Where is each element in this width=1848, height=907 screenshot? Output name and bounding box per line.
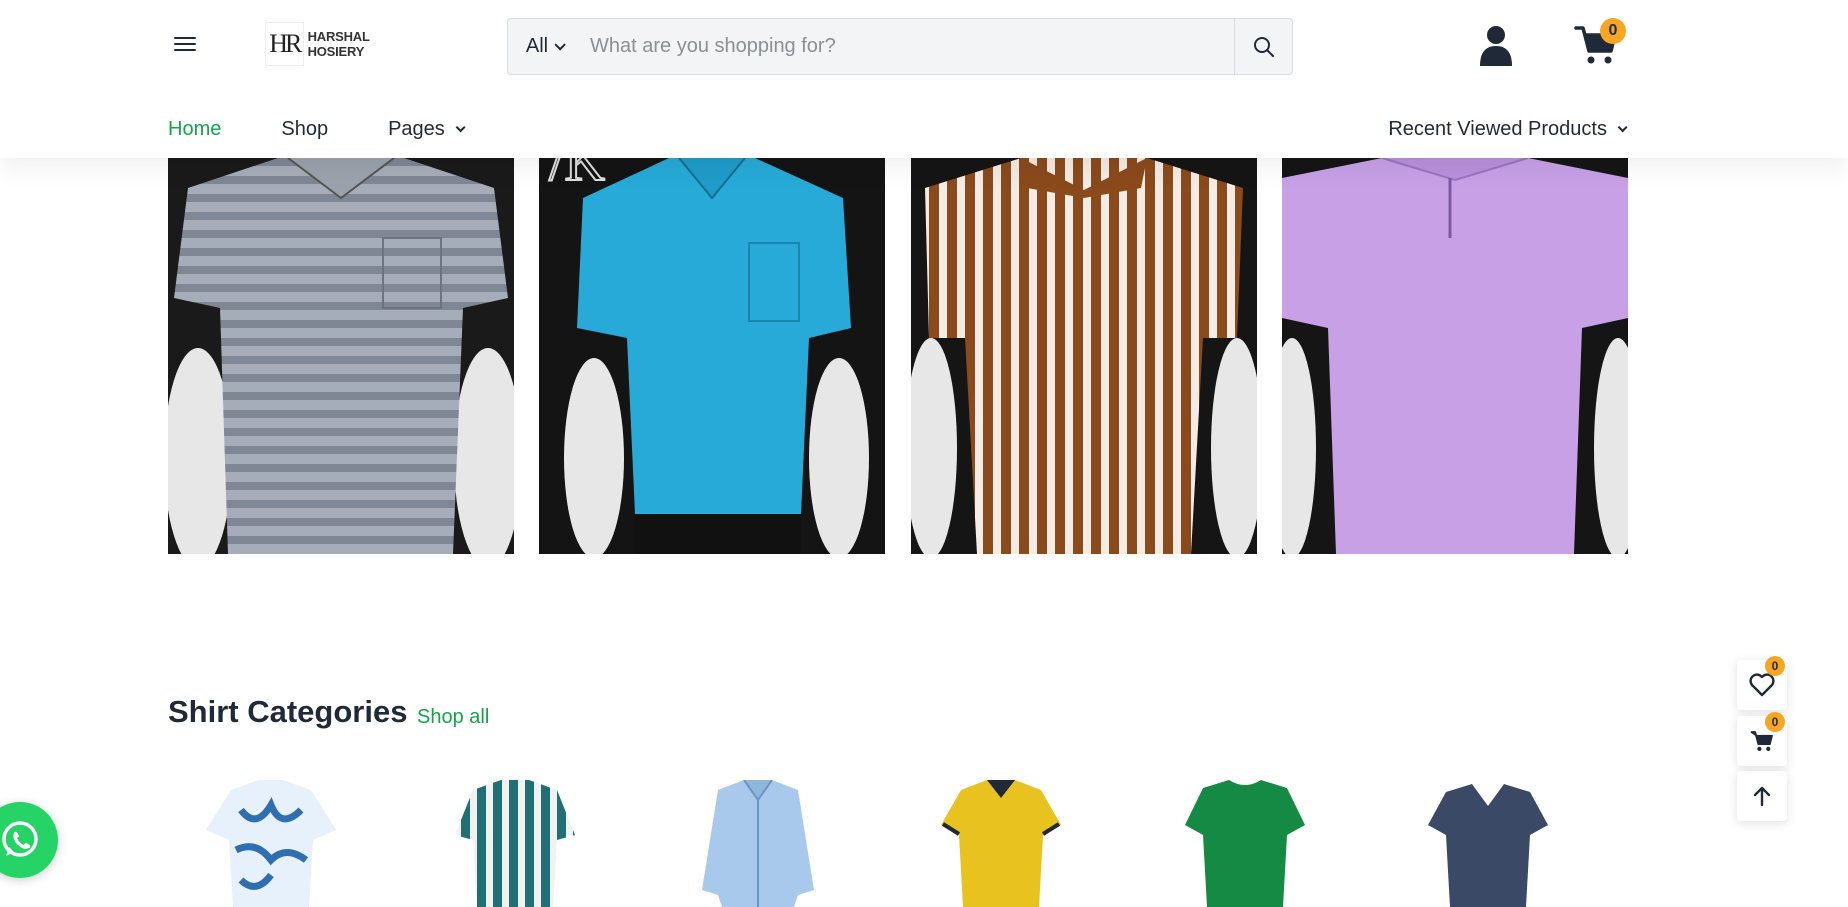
- heart-icon: [1749, 673, 1775, 697]
- search-category-select[interactable]: All: [508, 19, 580, 74]
- category-row: [168, 780, 1630, 907]
- striped-shirt-image: [455, 780, 575, 907]
- v-neck-tshirt-image: [1428, 784, 1548, 907]
- blue-polo-image: /K: [539, 158, 885, 554]
- hamburger-menu-icon[interactable]: [172, 32, 200, 56]
- chevron-down-icon: [554, 38, 566, 51]
- cart-float-button[interactable]: 0: [1737, 712, 1787, 766]
- product-image-grey-polo[interactable]: [168, 158, 514, 554]
- section-title: Shirt Categories: [168, 694, 408, 729]
- nav-home-label: Home: [168, 117, 222, 140]
- brown-stripe-polo-image: [911, 158, 1257, 554]
- user-account-icon[interactable]: [1478, 24, 1514, 66]
- search-button[interactable]: [1234, 19, 1292, 74]
- category-formal-shirt[interactable]: [678, 780, 838, 907]
- product-image-brown-stripe-polo[interactable]: [911, 158, 1257, 554]
- nav-shop[interactable]: Shop: [281, 118, 328, 141]
- category-v-neck-tshirt[interactable]: [1408, 780, 1568, 907]
- wishlist-count-badge: 0: [1765, 656, 1785, 676]
- nav-pages-label: Pages: [388, 117, 445, 140]
- chevron-down-icon: [1617, 121, 1628, 132]
- category-printed-shirt[interactable]: [191, 780, 351, 907]
- printed-shirt-image: [206, 780, 336, 907]
- shop-all-link[interactable]: Shop all: [417, 706, 489, 729]
- recent-viewed-products-dropdown[interactable]: Recent Viewed Products: [1388, 114, 1628, 144]
- wishlist-float-button[interactable]: 0: [1737, 656, 1787, 710]
- product-image-row: /K: [168, 158, 1630, 554]
- nav-pages[interactable]: Pages: [388, 117, 466, 141]
- category-round-neck-tshirt[interactable]: [1165, 780, 1325, 907]
- search-bar: All: [507, 18, 1293, 75]
- logo-mark: HR: [265, 22, 304, 66]
- chevron-down-icon: [455, 121, 466, 132]
- cart-count-badge: 0: [1600, 18, 1626, 44]
- category-striped-shirt[interactable]: [435, 780, 595, 907]
- nav-shop-label: Shop: [281, 117, 329, 140]
- category-polo-tshirt[interactable]: [921, 780, 1081, 907]
- search-input[interactable]: [580, 19, 1234, 74]
- svg-text:/K: /K: [549, 158, 605, 193]
- float-cart-count-badge: 0: [1765, 712, 1785, 732]
- brand-logo[interactable]: HR HARSHAL HOSIERY: [265, 22, 425, 66]
- whatsapp-chat-button[interactable]: [0, 802, 58, 878]
- main-nav: Home Shop Pages: [168, 114, 522, 144]
- arrow-up-icon: [1753, 786, 1771, 807]
- polo-tshirt-image: [941, 780, 1061, 907]
- product-image-blue-polo[interactable]: /K: [539, 158, 885, 554]
- scroll-to-top-button[interactable]: [1737, 771, 1787, 821]
- grey-polo-image: [168, 158, 514, 554]
- search-category-label: All: [525, 35, 549, 57]
- product-image-lavender-polo[interactable]: [1282, 158, 1628, 554]
- lavender-polo-image: [1282, 158, 1628, 554]
- search-icon: [1253, 36, 1274, 57]
- nav-home[interactable]: Home: [168, 118, 221, 141]
- site-header: HR HARSHAL HOSIERY All 0 Home Shop: [0, 0, 1848, 158]
- recent-viewed-label: Recent Viewed Products: [1388, 117, 1607, 140]
- whatsapp-icon: [2, 821, 38, 857]
- formal-shirt-image: [702, 780, 814, 907]
- round-neck-tshirt-image: [1185, 780, 1305, 907]
- logo-text: HARSHAL HOSIERY: [307, 29, 370, 59]
- cart-icon: [1750, 731, 1773, 751]
